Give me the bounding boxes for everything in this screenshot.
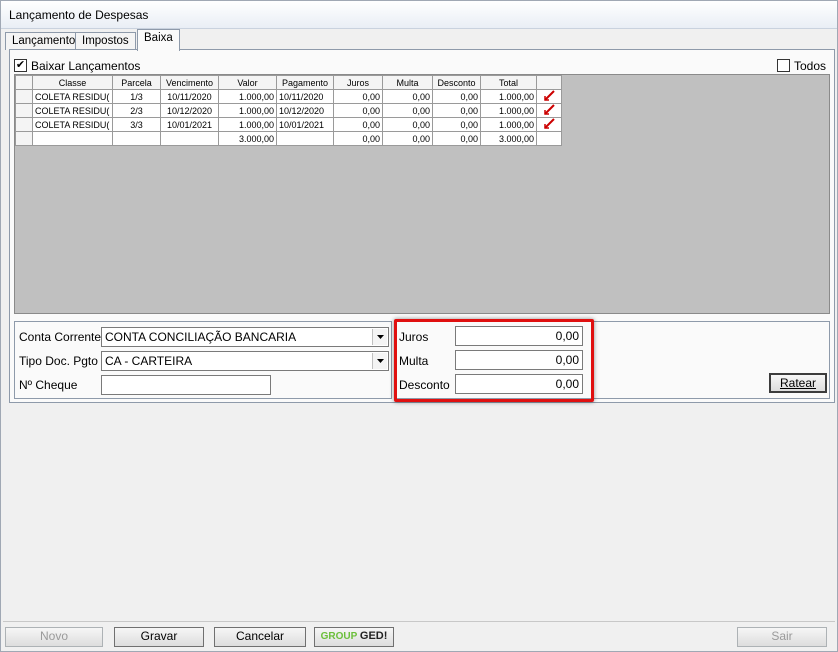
grid-header-row: Classe Parcela Vencimento Valor Pagament… (15, 75, 562, 90)
sair-button[interactable]: Sair (737, 627, 827, 647)
cell-pagamento[interactable]: 10/11/2020 (276, 89, 334, 104)
cell-total[interactable]: 1.000,00 (480, 103, 537, 118)
cell-total[interactable]: 1.000,00 (480, 89, 537, 104)
baixar-lancamentos-label: Baixar Lançamentos (31, 59, 141, 73)
window-title: Lançamento de Despesas (9, 8, 149, 22)
cell-classe[interactable]: COLETA RESIDU( (32, 89, 113, 104)
cell-vencimento[interactable]: 10/12/2020 (160, 103, 219, 118)
tipo-doc-value: CA - CARTEIRA (105, 354, 193, 368)
cheque-input[interactable] (101, 375, 271, 395)
total-juros: 0,00 (333, 131, 383, 146)
tab-impostos[interactable]: Impostos (75, 32, 136, 50)
cell-vencimento[interactable]: 10/01/2021 (160, 117, 219, 132)
cell-empty (160, 131, 219, 146)
column-header[interactable]: Vencimento (160, 75, 219, 90)
cell-empty (112, 131, 161, 146)
cell-empty (276, 131, 334, 146)
baixar-lancamentos-checkbox[interactable]: ✔ (14, 59, 27, 72)
cell-desconto[interactable]: 0,00 (432, 117, 481, 132)
column-header[interactable]: Desconto (432, 75, 481, 90)
cell-valor[interactable]: 1.000,00 (218, 103, 277, 118)
novo-label: Novo (39, 629, 68, 643)
title-bar: Lançamento de Despesas (1, 1, 837, 29)
column-header[interactable]: Juros (333, 75, 383, 90)
cell-total[interactable]: 1.000,00 (480, 117, 537, 132)
cell-multa[interactable]: 0,00 (382, 89, 433, 104)
tipo-doc-select[interactable]: CA - CARTEIRA (101, 351, 389, 371)
novo-button[interactable]: Novo (5, 627, 103, 647)
highlight-box (394, 319, 594, 402)
cell-juros[interactable]: 0,00 (333, 103, 383, 118)
cell-empty (32, 131, 113, 146)
payment-info-group: Conta Corrente CONTA CONCILIAÇÃO BANCARI… (14, 321, 392, 399)
cell-parcela[interactable]: 3/3 (112, 117, 161, 132)
todos-label: Todos (794, 59, 827, 73)
total-total: 3.000,00 (480, 131, 537, 146)
cell-vencimento[interactable]: 10/11/2020 (160, 89, 219, 104)
column-header[interactable]: Parcela (112, 75, 161, 90)
chevron-down-icon[interactable] (372, 329, 387, 345)
cell-pagamento[interactable]: 10/12/2020 (276, 103, 334, 118)
totals-row: 3.000,00 0,00 0,00 0,00 3.000,00 (15, 131, 562, 146)
column-header[interactable]: Valor (218, 75, 277, 90)
conta-corrente-select[interactable]: CONTA CONCILIAÇÃO BANCARIA (101, 327, 389, 347)
cell-multa[interactable]: 0,00 (382, 117, 433, 132)
edit-icon[interactable] (536, 117, 562, 132)
cell-juros[interactable]: 0,00 (333, 117, 383, 132)
conta-corrente-value: CONTA CONCILIAÇÃO BANCARIA (105, 330, 297, 344)
cheque-label: Nº Cheque (19, 378, 78, 392)
bottom-button-bar: Novo Gravar Cancelar GROUP GED! Sair (3, 621, 835, 651)
cell-valor[interactable]: 1.000,00 (218, 89, 277, 104)
row-header[interactable] (15, 103, 33, 118)
column-header[interactable]: Total (480, 75, 537, 90)
table-row[interactable]: COLETA RESIDU( 1/3 10/11/2020 1.000,00 1… (15, 89, 562, 104)
cell-valor[interactable]: 1.000,00 (218, 117, 277, 132)
tab-baixa[interactable]: Baixa (137, 29, 180, 51)
gravar-label: Gravar (140, 629, 178, 643)
cancelar-button[interactable]: Cancelar (214, 627, 306, 647)
parcelas-grid: Classe Parcela Vencimento Valor Pagament… (15, 75, 562, 146)
total-valor: 3.000,00 (218, 131, 277, 146)
cell-pagamento[interactable]: 10/01/2021 (276, 117, 334, 132)
cell-juros[interactable]: 0,00 (333, 89, 383, 104)
chevron-down-icon[interactable] (372, 353, 387, 369)
cell-empty (536, 131, 562, 146)
row-header[interactable] (15, 89, 33, 104)
ratear-label: Ratear (779, 376, 817, 390)
ratear-button[interactable]: Ratear (769, 373, 827, 393)
cell-classe[interactable]: COLETA RESIDU( (32, 103, 113, 118)
group-ged-logo-b: GED! (359, 630, 388, 642)
cell-parcela[interactable]: 1/3 (112, 89, 161, 104)
edit-icon[interactable] (536, 103, 562, 118)
table-row[interactable]: COLETA RESIDU( 2/3 10/12/2020 1.000,00 1… (15, 103, 562, 118)
column-header[interactable]: Multa (382, 75, 433, 90)
cell-desconto[interactable]: 0,00 (432, 89, 481, 104)
row-header[interactable] (15, 117, 33, 132)
table-row[interactable]: COLETA RESIDU( 3/3 10/01/2021 1.000,00 1… (15, 117, 562, 132)
main-window: Lançamento de Despesas Lançamento Impost… (0, 0, 838, 652)
cancelar-label: Cancelar (235, 629, 285, 643)
group-ged-logo-a: GROUP (320, 631, 358, 642)
parcelas-grid-area: Classe Parcela Vencimento Valor Pagament… (14, 74, 830, 314)
total-multa: 0,00 (382, 131, 433, 146)
column-header[interactable]: Pagamento (276, 75, 334, 90)
cell-parcela[interactable]: 2/3 (112, 103, 161, 118)
total-desconto: 0,00 (432, 131, 481, 146)
tab-lancamento[interactable]: Lançamento (5, 32, 83, 50)
group-ged-button[interactable]: GROUP GED! (314, 627, 394, 647)
edit-icon[interactable] (536, 89, 562, 104)
cell-multa[interactable]: 0,00 (382, 103, 433, 118)
row-header[interactable] (15, 131, 33, 146)
cell-desconto[interactable]: 0,00 (432, 103, 481, 118)
sair-label: Sair (771, 629, 793, 643)
conta-corrente-label: Conta Corrente (19, 330, 102, 344)
column-header[interactable]: Classe (32, 75, 113, 90)
cell-classe[interactable]: COLETA RESIDU( (32, 117, 113, 132)
row-header-corner (15, 75, 33, 90)
tipo-doc-label: Tipo Doc. Pgto (19, 354, 98, 368)
column-header-edit (536, 75, 562, 90)
todos-checkbox[interactable] (777, 59, 790, 72)
gravar-button[interactable]: Gravar (114, 627, 204, 647)
